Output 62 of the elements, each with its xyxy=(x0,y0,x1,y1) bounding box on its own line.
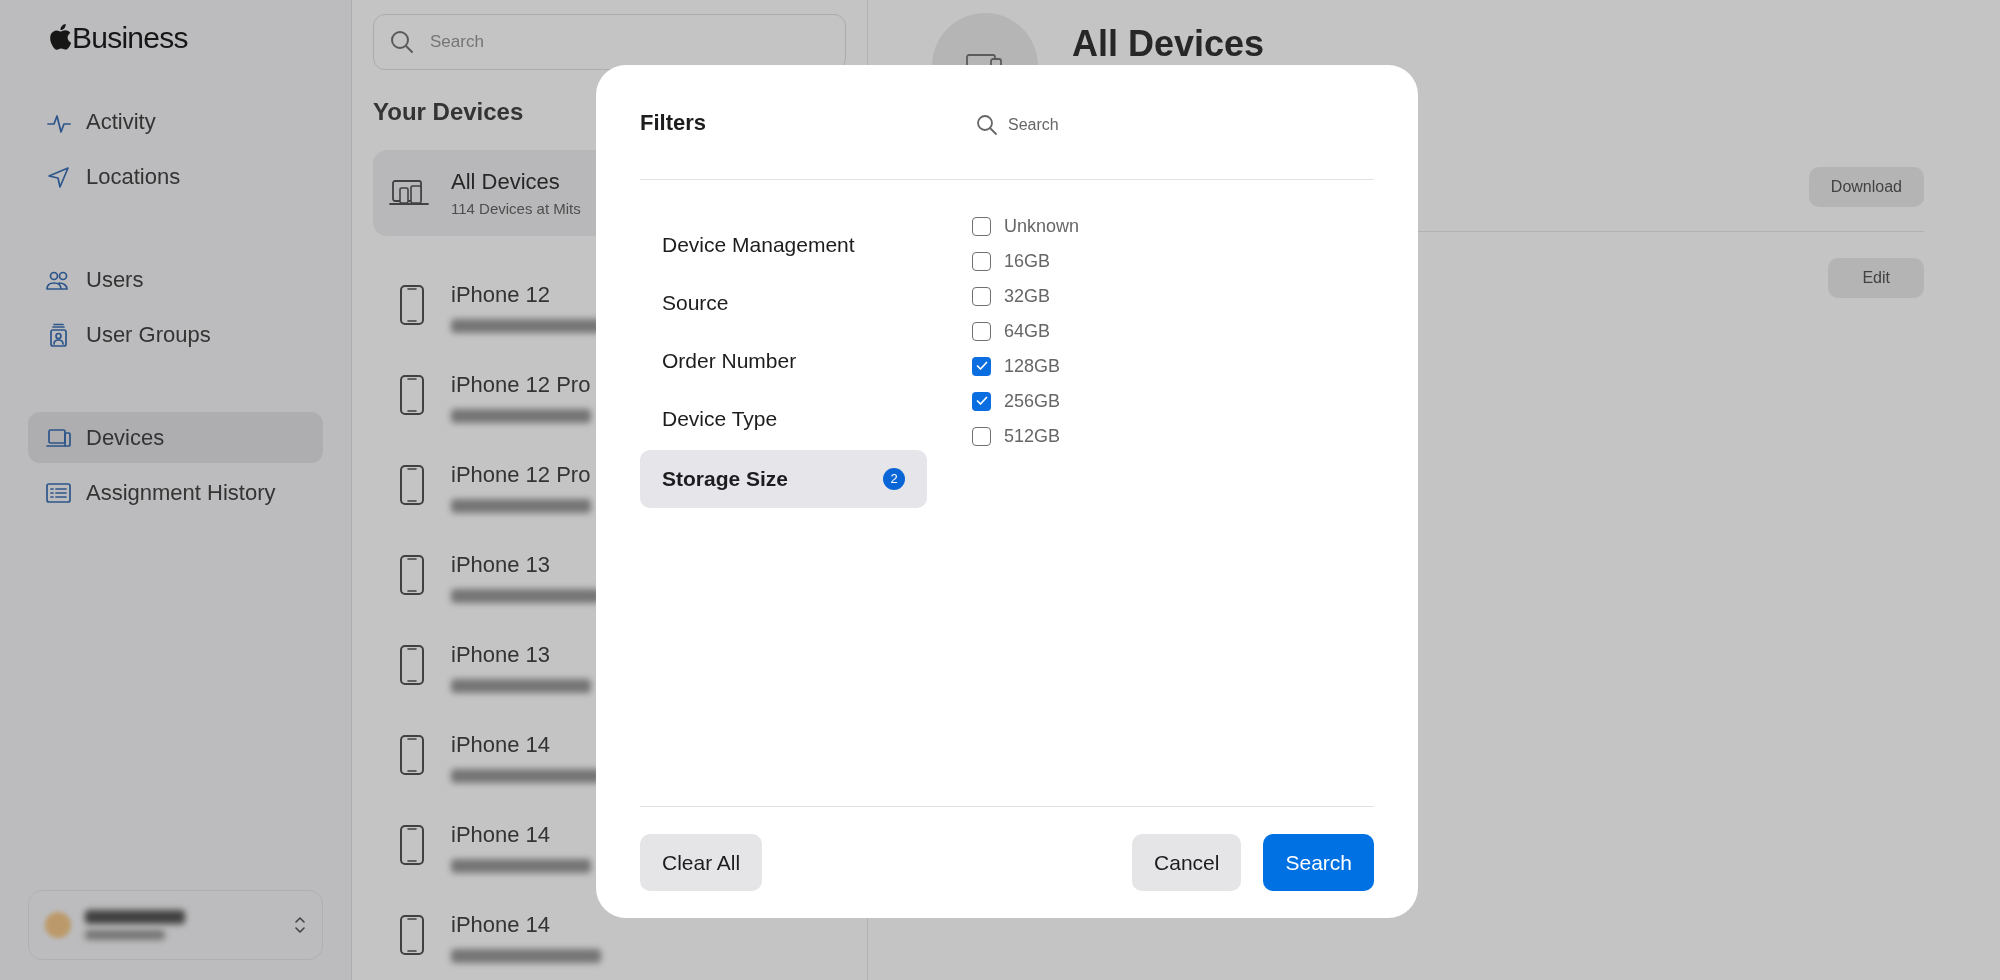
cancel-button[interactable]: Cancel xyxy=(1132,834,1242,891)
filter-category[interactable]: Source xyxy=(640,274,927,332)
checkbox-option[interactable]: 32GB xyxy=(972,284,1080,308)
phone-icon xyxy=(399,284,425,326)
phone-icon xyxy=(399,464,425,506)
device-name[interactable]: iPhone 14 xyxy=(451,817,591,851)
devices-icon xyxy=(389,178,429,208)
nav-item[interactable]: Assignment History xyxy=(28,467,323,518)
download-button[interactable]: Download xyxy=(1808,167,1924,207)
nav-item[interactable]: User Groups xyxy=(28,309,323,360)
checkmark-icon xyxy=(975,396,988,406)
phone-icon xyxy=(399,374,425,416)
filter-category[interactable]: Device Type xyxy=(640,390,927,448)
filter-category[interactable]: Order Number xyxy=(640,332,927,390)
phone-icon xyxy=(399,734,425,776)
nav-item[interactable]: Activity xyxy=(28,96,323,147)
filter-category[interactable]: Storage Size 2 xyxy=(640,450,927,508)
checkbox-option[interactable]: 128GB xyxy=(972,354,1080,378)
phone-icon xyxy=(399,554,425,596)
phone-icon xyxy=(399,824,425,866)
checkbox[interactable] xyxy=(972,356,991,376)
nav-item[interactable]: Users xyxy=(28,254,323,305)
page-title: All Devices xyxy=(1072,22,1265,66)
checkbox[interactable] xyxy=(972,426,991,446)
search-field[interactable]: Search xyxy=(373,14,846,70)
chevron-up-down-icon[interactable] xyxy=(294,915,306,935)
logo-text: Business xyxy=(72,19,188,56)
edit-button[interactable]: Edit xyxy=(1828,258,1924,298)
checkbox-option[interactable]: 512GB xyxy=(972,424,1080,448)
checkbox[interactable] xyxy=(972,251,991,271)
checkbox-option[interactable]: 256GB xyxy=(972,389,1080,413)
checkbox-option[interactable]: 16GB xyxy=(972,249,1080,273)
device-name[interactable]: iPhone 12 Pro xyxy=(451,457,591,491)
nav-item[interactable]: Locations xyxy=(28,151,323,202)
checkbox[interactable] xyxy=(972,321,991,341)
device-name[interactable]: iPhone 12 Pro xyxy=(451,367,591,401)
filter-search-field[interactable]: Search xyxy=(1008,113,1308,137)
checkbox[interactable] xyxy=(972,391,991,411)
count-badge: 2 xyxy=(883,468,905,490)
checkbox-option[interactable]: 64GB xyxy=(972,319,1080,343)
nav-item[interactable]: Devices xyxy=(28,412,323,463)
checkbox[interactable] xyxy=(972,286,991,306)
device-name[interactable]: iPhone 14 xyxy=(451,907,601,941)
search-icon xyxy=(389,29,415,55)
apple-icon xyxy=(48,23,72,51)
search-icon xyxy=(976,114,998,136)
location-arrow-icon xyxy=(46,164,72,189)
checkbox[interactable] xyxy=(972,216,991,236)
list-icon xyxy=(46,480,72,505)
phone-icon xyxy=(399,644,425,686)
dialog-title: Filters xyxy=(640,108,708,137)
device-name[interactable]: iPhone 13 xyxy=(451,637,591,671)
checkmark-icon xyxy=(975,361,988,371)
search-button[interactable]: Search xyxy=(1263,834,1374,891)
avatar xyxy=(45,912,71,938)
section-title: Your Devices xyxy=(373,97,524,127)
card-subtitle: 114 Devices at Mits xyxy=(451,199,581,220)
checkbox-option[interactable]: Unknown xyxy=(972,214,1080,238)
phone-icon xyxy=(399,914,425,956)
filter-category[interactable]: Device Management xyxy=(640,216,927,274)
clear-all-button[interactable]: Clear All xyxy=(640,834,763,891)
card-title: All Devices xyxy=(451,168,561,197)
